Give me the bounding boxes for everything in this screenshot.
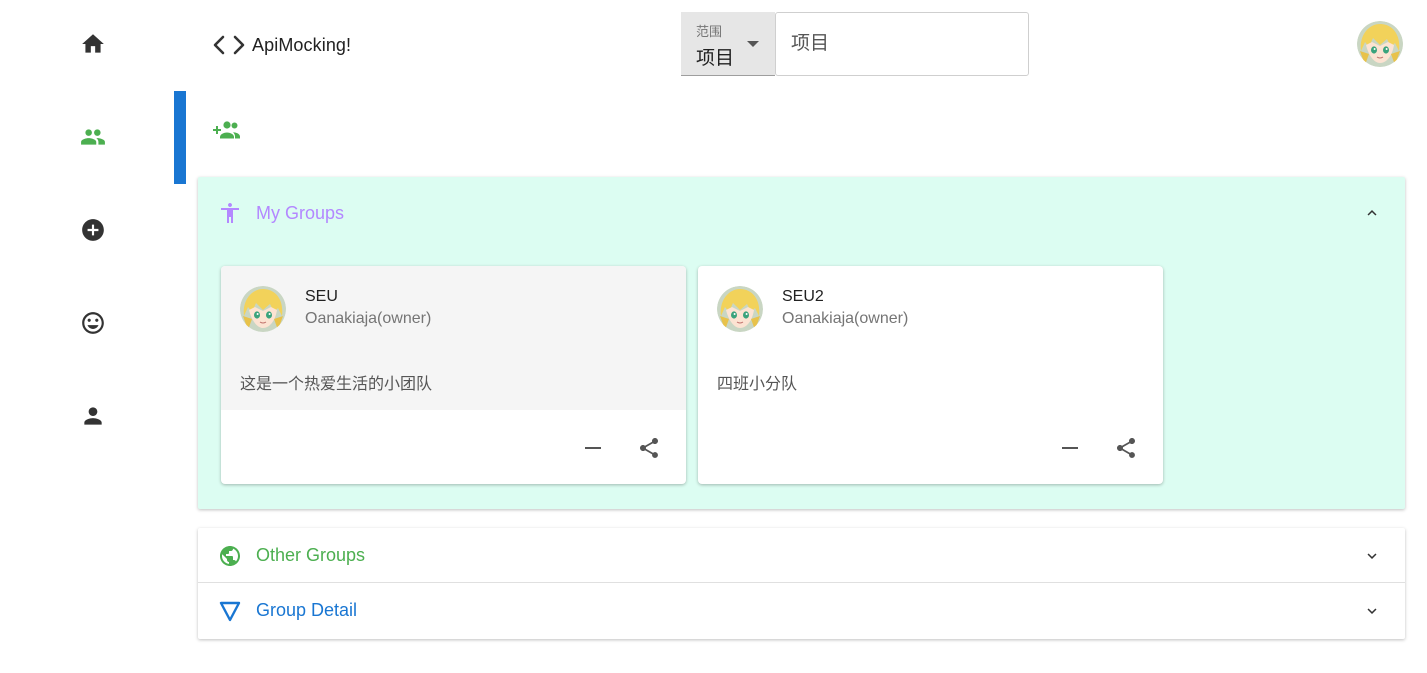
nav-item-groups[interactable] xyxy=(68,112,118,162)
group-card-body: SEU Oanakiaja(owner) 这是一个热爱生活的小团队 xyxy=(221,266,686,410)
nav-active-indicator xyxy=(174,91,186,184)
triangle-down-icon xyxy=(218,599,242,623)
add-circle-icon xyxy=(82,219,104,241)
share-group-button[interactable] xyxy=(631,430,667,466)
remove-group-button[interactable] xyxy=(575,430,611,466)
group-card[interactable]: SEU Oanakiaja(owner) 这是一个热爱生活的小团队 xyxy=(221,266,686,484)
group-name: SEU xyxy=(305,288,338,305)
person-icon xyxy=(84,407,102,425)
groups-icon xyxy=(81,129,105,145)
smiley-icon xyxy=(82,312,104,334)
share-icon xyxy=(640,438,658,458)
brand-title: ApiMocking! xyxy=(252,34,352,55)
remove-group-button[interactable] xyxy=(1052,430,1088,466)
nav-rail xyxy=(0,0,186,673)
group-name: SEU2 xyxy=(782,288,824,305)
chevron-up-icon[interactable] xyxy=(1363,204,1381,222)
group-owner-avatar xyxy=(240,286,286,332)
collapsed-panels: Other Groups Group Detail xyxy=(198,528,1405,639)
brand[interactable]: ApiMocking! xyxy=(210,30,351,60)
my-groups-title: My Groups xyxy=(256,202,345,223)
code-brackets-icon xyxy=(213,35,245,55)
nav-item-home[interactable] xyxy=(68,19,118,69)
search-scope-select[interactable]: 范围 项目 xyxy=(681,12,775,76)
other-groups-title: Other Groups xyxy=(256,545,366,565)
group-detail-title: Group Detail xyxy=(256,600,358,620)
add-group-button[interactable] xyxy=(208,114,242,144)
group-owner: Oanakiaja(owner) xyxy=(782,310,909,327)
group-owner-avatar xyxy=(717,286,763,332)
chevron-down-icon[interactable] xyxy=(1363,602,1381,620)
group-description: 四班小分队 xyxy=(717,376,798,393)
minus-icon xyxy=(585,447,601,449)
nav-item-mood[interactable] xyxy=(68,298,118,348)
minus-icon xyxy=(1062,447,1078,449)
accessibility-icon xyxy=(218,201,242,225)
globe-icon xyxy=(218,544,242,568)
other-groups-header[interactable]: Other Groups xyxy=(198,528,1405,583)
my-groups-panel: My Groups SEU Oanakiaja(owner) 这是一个热爱生活的… xyxy=(198,177,1405,509)
search-scope-label: 范围 xyxy=(696,24,723,39)
nav-item-add[interactable] xyxy=(68,205,118,255)
chevron-down-icon[interactable] xyxy=(1363,547,1381,565)
group-owner: Oanakiaja(owner) xyxy=(305,310,432,327)
home-icon xyxy=(82,34,104,53)
group-add-icon xyxy=(213,121,240,139)
user-avatar[interactable] xyxy=(1357,21,1403,67)
share-group-button[interactable] xyxy=(1108,430,1144,466)
nav-item-profile[interactable] xyxy=(68,391,118,441)
share-icon xyxy=(1117,438,1135,458)
caret-down-icon xyxy=(747,41,759,47)
group-card[interactable]: SEU2 Oanakiaja(owner) 四班小分队 xyxy=(698,266,1163,484)
group-description: 这是一个热爱生活的小团队 xyxy=(240,376,433,393)
my-groups-header[interactable]: My Groups xyxy=(198,177,1405,249)
group-card-body: SEU2 Oanakiaja(owner) 四班小分队 xyxy=(698,266,1163,410)
group-detail-header[interactable]: Group Detail xyxy=(198,583,1405,638)
search-scope-value: 项目 xyxy=(696,48,735,69)
search-input[interactable] xyxy=(775,12,1029,76)
